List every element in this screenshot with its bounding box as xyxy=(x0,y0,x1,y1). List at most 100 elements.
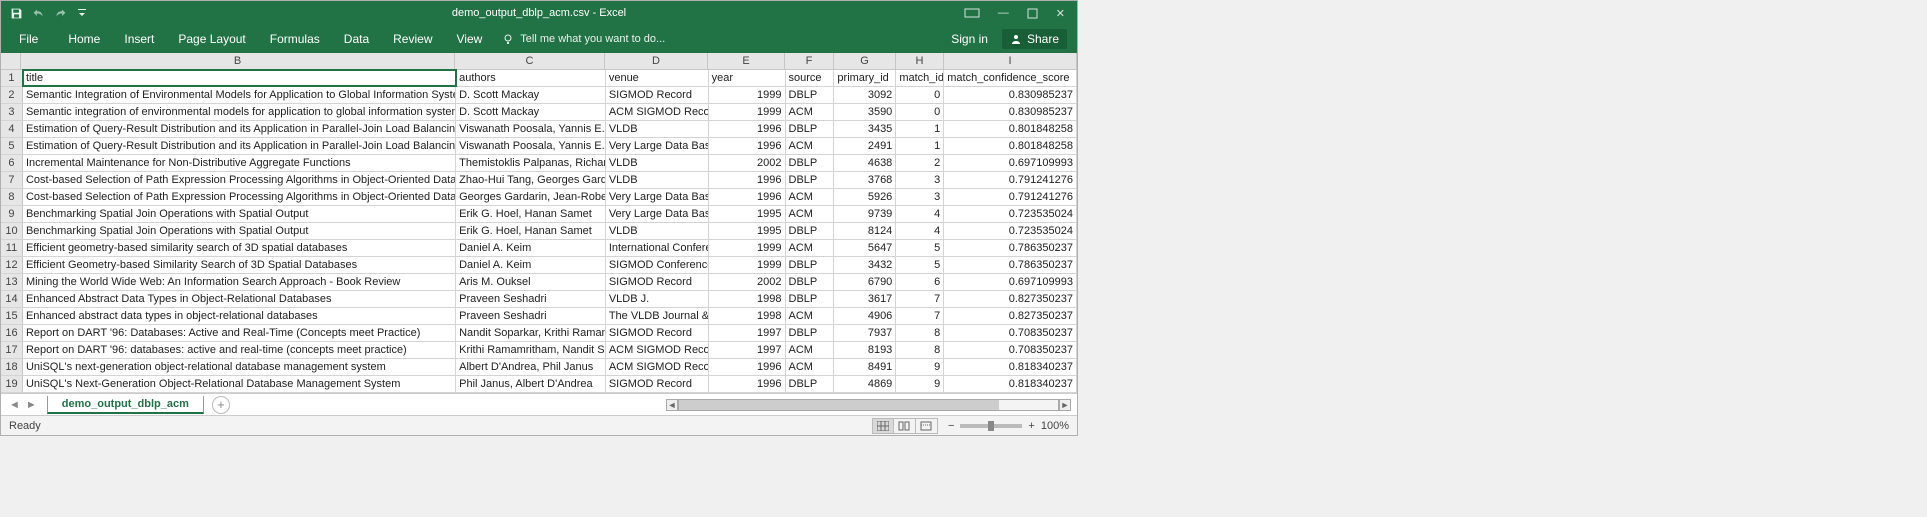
cell[interactable]: 1998 xyxy=(709,308,786,324)
row-header[interactable]: 14 xyxy=(1,291,23,307)
cell[interactable]: year xyxy=(709,70,786,86)
cell[interactable]: Aris M. Ouksel xyxy=(456,274,606,290)
tab-page-layout[interactable]: Page Layout xyxy=(166,25,257,53)
cell[interactable]: 8 xyxy=(896,342,944,358)
cell[interactable]: 8 xyxy=(896,325,944,341)
cell[interactable]: ACM xyxy=(786,359,835,375)
cell[interactable]: 6 xyxy=(896,274,944,290)
cell[interactable]: 1999 xyxy=(709,240,786,256)
cell[interactable]: 0.791241276 xyxy=(944,172,1077,188)
cell[interactable]: 3 xyxy=(896,189,944,205)
cell[interactable]: Viswanath Poosala, Yannis E. Ioannidis xyxy=(456,121,606,137)
cell[interactable]: 0.697109993 xyxy=(944,155,1077,171)
maximize-icon[interactable] xyxy=(1027,8,1038,19)
ribbon-display-icon[interactable] xyxy=(964,8,980,18)
sheet-nav-prev-icon[interactable]: ◄ xyxy=(9,399,20,411)
close-icon[interactable]: ✕ xyxy=(1056,7,1065,20)
cell[interactable]: 4 xyxy=(896,223,944,239)
cell[interactable]: 3590 xyxy=(834,104,896,120)
cell[interactable]: 0.818340237 xyxy=(944,376,1077,392)
cell[interactable]: ACM SIGMOD Record xyxy=(606,104,709,120)
cell[interactable]: Report on DART '96: databases: active an… xyxy=(23,342,456,358)
cell[interactable]: ACM xyxy=(786,240,835,256)
cell[interactable]: 1997 xyxy=(709,342,786,358)
sheet-nav-next-icon[interactable]: ► xyxy=(26,399,37,411)
share-button[interactable]: Share xyxy=(1002,29,1067,49)
undo-icon[interactable] xyxy=(31,6,45,20)
cell[interactable]: Very Large Data Bases xyxy=(606,206,709,222)
cell[interactable]: 3768 xyxy=(834,172,896,188)
row-header[interactable]: 2 xyxy=(1,87,23,103)
cell[interactable]: 7937 xyxy=(834,325,896,341)
cell[interactable]: 0.708350237 xyxy=(944,325,1077,341)
cell[interactable]: Cost-based Selection of Path Expression … xyxy=(23,172,456,188)
redo-icon[interactable] xyxy=(53,6,67,20)
cell[interactable]: source xyxy=(786,70,835,86)
cell[interactable]: 1996 xyxy=(709,189,786,205)
select-all-triangle[interactable] xyxy=(1,53,21,69)
cell[interactable]: Albert D'Andrea, Phil Janus xyxy=(456,359,606,375)
cell[interactable]: DBLP xyxy=(786,257,835,273)
cell[interactable]: 4869 xyxy=(834,376,896,392)
cell[interactable]: 8491 xyxy=(834,359,896,375)
cell[interactable]: 0.708350237 xyxy=(944,342,1077,358)
cell[interactable]: 5647 xyxy=(834,240,896,256)
row-header[interactable]: 9 xyxy=(1,206,23,222)
zoom-level[interactable]: 100% xyxy=(1041,420,1069,432)
cell[interactable]: 1999 xyxy=(709,257,786,273)
cell[interactable]: Georges Gardarin, Jean-Robert Gruser xyxy=(456,189,606,205)
column-header-I[interactable]: I xyxy=(944,53,1077,69)
cell[interactable]: Semantic Integration of Environmental Mo… xyxy=(23,87,456,103)
cell[interactable]: 7 xyxy=(896,291,944,307)
cell[interactable]: 5 xyxy=(896,257,944,273)
cell[interactable]: 0.818340237 xyxy=(944,359,1077,375)
cell[interactable]: Incremental Maintenance for Non-Distribu… xyxy=(23,155,456,171)
cell[interactable]: 1996 xyxy=(709,359,786,375)
minimize-icon[interactable]: — xyxy=(998,7,1009,19)
row-header[interactable]: 4 xyxy=(1,121,23,137)
column-header-B[interactable]: B xyxy=(21,53,455,69)
row-header[interactable]: 18 xyxy=(1,359,23,375)
column-header-G[interactable]: G xyxy=(834,53,896,69)
cell[interactable]: 5 xyxy=(896,240,944,256)
cell[interactable]: 1996 xyxy=(709,172,786,188)
zoom-out-button[interactable]: − xyxy=(948,420,954,432)
scroll-track[interactable] xyxy=(678,399,1059,411)
column-header-H[interactable]: H xyxy=(896,53,944,69)
view-page-break-icon[interactable] xyxy=(916,418,938,434)
row-header[interactable]: 8 xyxy=(1,189,23,205)
tab-review[interactable]: Review xyxy=(381,25,444,53)
cell[interactable]: Enhanced Abstract Data Types in Object-R… xyxy=(23,291,456,307)
cell[interactable]: SIGMOD Conference xyxy=(606,257,709,273)
cell[interactable]: Erik G. Hoel, Hanan Samet xyxy=(456,223,606,239)
cell[interactable]: 1995 xyxy=(709,223,786,239)
cell[interactable]: 0.786350237 xyxy=(944,257,1077,273)
cell[interactable]: VLDB xyxy=(606,121,709,137)
cell[interactable]: match_confidence_score xyxy=(944,70,1077,86)
cell[interactable]: ACM xyxy=(786,206,835,222)
cell[interactable]: 0.827350237 xyxy=(944,308,1077,324)
cell[interactable]: DBLP xyxy=(786,291,835,307)
cell[interactable]: DBLP xyxy=(786,87,835,103)
cell[interactable]: DBLP xyxy=(786,376,835,392)
cell[interactable]: Erik G. Hoel, Hanan Samet xyxy=(456,206,606,222)
cell[interactable]: 1997 xyxy=(709,325,786,341)
cell[interactable]: 3432 xyxy=(834,257,896,273)
cell[interactable]: D. Scott Mackay xyxy=(456,104,606,120)
new-sheet-button[interactable]: + xyxy=(212,396,230,414)
cell[interactable]: 3617 xyxy=(834,291,896,307)
cell[interactable]: International Conference xyxy=(606,240,709,256)
cell[interactable]: Praveen Seshadri xyxy=(456,308,606,324)
cell[interactable]: Daniel A. Keim xyxy=(456,240,606,256)
cell[interactable]: UniSQL's Next-Generation Object-Relation… xyxy=(23,376,456,392)
cell[interactable]: 2002 xyxy=(709,155,786,171)
cell[interactable]: Cost-based Selection of Path Expression … xyxy=(23,189,456,205)
cell[interactable]: D. Scott Mackay xyxy=(456,87,606,103)
cell[interactable]: 1996 xyxy=(709,121,786,137)
cell[interactable]: 8124 xyxy=(834,223,896,239)
cell[interactable]: 4638 xyxy=(834,155,896,171)
cell[interactable]: 3 xyxy=(896,172,944,188)
cell[interactable]: 1 xyxy=(896,121,944,137)
cell[interactable]: ACM xyxy=(786,104,835,120)
row-header[interactable]: 12 xyxy=(1,257,23,273)
